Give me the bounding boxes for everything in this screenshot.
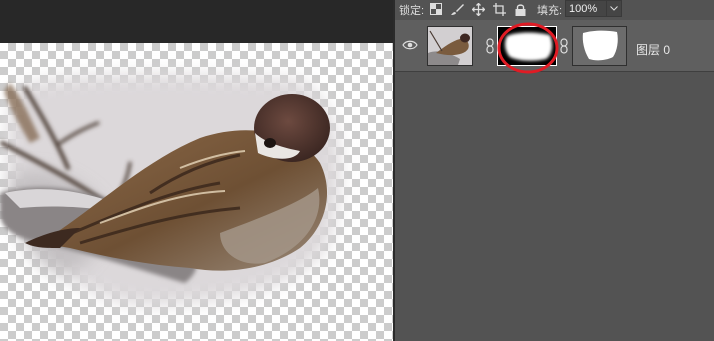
vector-mask-link-icon[interactable] [559,38,569,54]
artboard-lock-icon[interactable] [491,1,507,17]
layer-image-thumbnail[interactable] [427,26,473,66]
chevron-down-icon [610,6,618,11]
canvas-area[interactable] [0,0,393,341]
layer-name[interactable]: 图层 0 [636,41,670,58]
vector-mask-thumbnail[interactable] [572,26,627,66]
lock-label: 锁定: [399,5,425,17]
layer-row[interactable]: 图层 0 [395,20,714,74]
image-pixels-brush-icon[interactable] [449,1,465,17]
chain-link-icon[interactable] [485,38,495,54]
layers-panel: 锁定: 填充: 100% 图层 0 [395,0,714,341]
position-move-icon[interactable] [470,1,486,17]
visibility-eye-icon[interactable] [402,38,418,52]
fill-opacity-input[interactable]: 100% [565,0,607,17]
transparent-pixels-lock-icon[interactable] [428,1,444,17]
fill-label: 填充: [537,5,563,17]
document-canvas[interactable] [0,43,393,341]
lock-options-bar: 锁定: 填充: 100% [395,0,714,20]
highlight-circle-annotation [497,22,559,74]
fill-dropdown-button[interactable] [606,0,622,17]
lock-all-icon[interactable] [512,1,528,17]
masked-sparrow-image [0,75,340,305]
